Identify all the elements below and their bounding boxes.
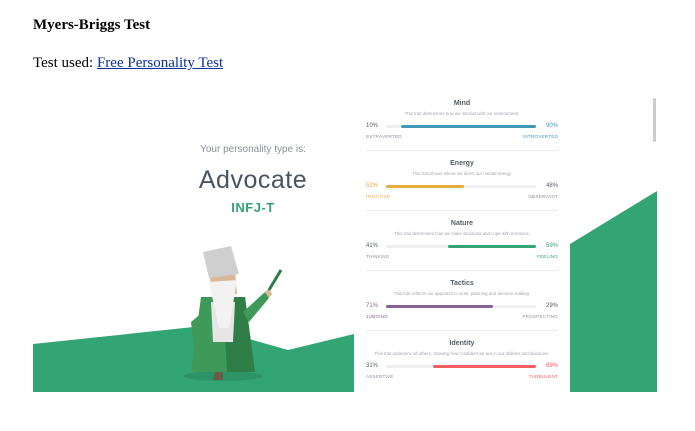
- trait-right-percent: 59%: [545, 242, 558, 249]
- trait-divider: [366, 150, 558, 151]
- trait-bar-fill: [447, 245, 536, 248]
- personality-test-link[interactable]: Free Personality Test: [97, 55, 223, 71]
- advocate-avatar-icon: [183, 246, 283, 381]
- trait-description: This trait shows where we direct our men…: [412, 171, 512, 176]
- trait-bar-fill: [432, 365, 536, 368]
- trait-left-percent: 71%: [366, 302, 379, 309]
- trait-energy: Energy This trait shows where we direct …: [366, 160, 558, 202]
- trait-right-label: INTROVERTED: [522, 133, 558, 139]
- trait-left-percent: 10%: [366, 122, 379, 129]
- trait-nature: Nature This trait determines how we make…: [366, 220, 558, 262]
- test-used-line: Test used: Free Personality Test: [33, 55, 223, 72]
- trait-left-percent: 41%: [366, 242, 379, 249]
- trait-title: Energy: [450, 160, 474, 167]
- trait-title: Tactics: [450, 280, 474, 287]
- trait-right-label: PROSPECTING: [522, 313, 558, 319]
- trait-right-label: FEELING: [536, 253, 558, 259]
- trait-bar-track: [386, 185, 536, 188]
- trait-bar-fill: [386, 305, 493, 308]
- traits-panel: Mind This trait determines how we intera…: [354, 94, 570, 392]
- type-intro-text: Your personality type is:: [200, 144, 306, 155]
- trait-right-percent: 90%: [545, 122, 558, 129]
- trait-left-label: ASSERTIVE: [366, 373, 394, 379]
- trait-description: This trait underpins all others, showing…: [374, 351, 550, 356]
- trait-left-percent: 31%: [366, 362, 379, 369]
- trait-divider: [366, 270, 558, 271]
- trait-description: This trait determines how we make decisi…: [394, 231, 530, 236]
- trait-description: This trait determines how we interact wi…: [404, 111, 520, 116]
- trait-right-percent: 48%: [545, 182, 558, 189]
- trait-bar-fill: [401, 125, 536, 128]
- test-used-label: Test used:: [33, 55, 97, 71]
- result-screenshot: Your personality type is: Advocate INFJ-…: [33, 94, 657, 392]
- trait-left-label: EXTRAVERTED: [366, 133, 402, 139]
- trait-identity: Identity This trait underpins all others…: [366, 340, 558, 382]
- trait-divider: [366, 330, 558, 331]
- trait-right-label: OBSERVANT: [528, 193, 558, 199]
- trait-bar-track: [386, 125, 536, 128]
- trait-left-label: JUDGING: [366, 313, 389, 319]
- trait-divider: [366, 210, 558, 211]
- scrollbar-thumb[interactable]: [653, 98, 656, 142]
- trait-title: Nature: [450, 220, 474, 227]
- trait-tactics: Tactics This trait reflects our approach…: [366, 280, 558, 322]
- trait-mind: Mind This trait determines how we intera…: [366, 100, 558, 142]
- trait-left-label: THINKING: [366, 253, 390, 259]
- trait-right-percent: 69%: [545, 362, 558, 369]
- trait-title: Identity: [449, 340, 475, 347]
- trait-bar-track: [386, 365, 536, 368]
- trait-description: This trait reflects our approach to work…: [393, 291, 531, 296]
- trait-title: Mind: [453, 100, 471, 107]
- trait-right-label: TURBULENT: [528, 373, 558, 379]
- type-name: Advocate: [198, 166, 308, 194]
- trait-left-label: INTUITIVE: [366, 193, 391, 199]
- trait-left-percent: 52%: [366, 182, 379, 189]
- page-heading: Myers-Briggs Test: [33, 17, 151, 33]
- trait-bar-track: [386, 245, 536, 248]
- trait-bar-track: [386, 305, 536, 308]
- type-code: INFJ-T: [231, 200, 275, 215]
- trait-bar-fill: [386, 185, 464, 188]
- trait-right-percent: 29%: [545, 302, 558, 309]
